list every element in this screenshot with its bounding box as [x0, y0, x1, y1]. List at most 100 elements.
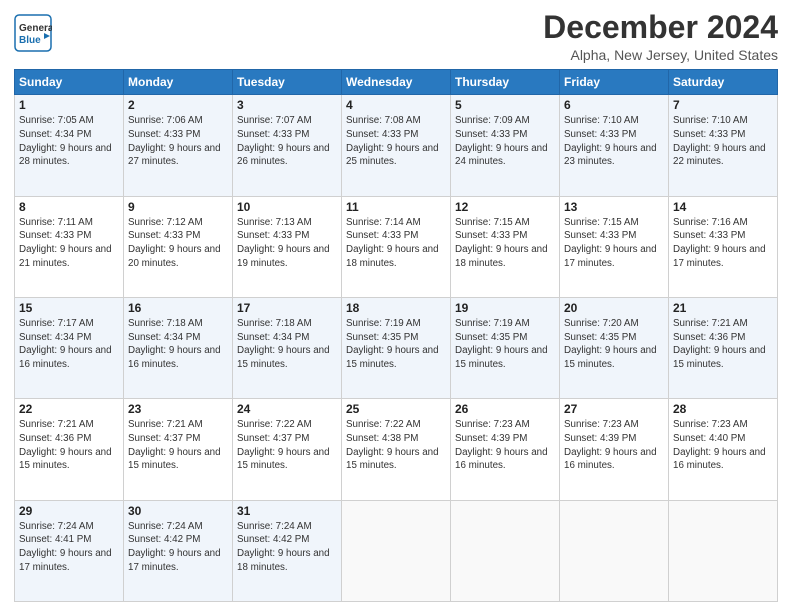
day-info: Sunrise: 7:10 AMSunset: 4:33 PMDaylight:… [673, 115, 766, 167]
calendar-cell: 27 Sunrise: 7:23 AMSunset: 4:39 PMDaylig… [560, 399, 669, 500]
day-number: 22 [19, 402, 119, 416]
logo-icon: General Blue [14, 14, 52, 52]
day-number: 14 [673, 200, 773, 214]
day-info: Sunrise: 7:21 AMSunset: 4:37 PMDaylight:… [128, 419, 221, 471]
calendar-cell [451, 500, 560, 601]
day-number: 5 [455, 98, 555, 112]
day-info: Sunrise: 7:14 AMSunset: 4:33 PMDaylight:… [346, 217, 439, 269]
day-number: 11 [346, 200, 446, 214]
day-of-week-header: Thursday [451, 70, 560, 95]
calendar-cell: 13 Sunrise: 7:15 AMSunset: 4:33 PMDaylig… [560, 196, 669, 297]
day-number: 12 [455, 200, 555, 214]
calendar-cell: 12 Sunrise: 7:15 AMSunset: 4:33 PMDaylig… [451, 196, 560, 297]
calendar-week-row: 22 Sunrise: 7:21 AMSunset: 4:36 PMDaylig… [15, 399, 778, 500]
calendar-cell: 19 Sunrise: 7:19 AMSunset: 4:35 PMDaylig… [451, 297, 560, 398]
day-number: 7 [673, 98, 773, 112]
calendar-week-row: 1 Sunrise: 7:05 AMSunset: 4:34 PMDayligh… [15, 95, 778, 196]
calendar-cell: 20 Sunrise: 7:20 AMSunset: 4:35 PMDaylig… [560, 297, 669, 398]
calendar-cell: 25 Sunrise: 7:22 AMSunset: 4:38 PMDaylig… [342, 399, 451, 500]
subtitle: Alpha, New Jersey, United States [543, 47, 778, 63]
day-info: Sunrise: 7:06 AMSunset: 4:33 PMDaylight:… [128, 115, 221, 167]
title-block: December 2024 Alpha, New Jersey, United … [543, 10, 778, 63]
day-info: Sunrise: 7:17 AMSunset: 4:34 PMDaylight:… [19, 318, 112, 370]
day-info: Sunrise: 7:24 AMSunset: 4:41 PMDaylight:… [19, 521, 112, 573]
calendar-week-row: 8 Sunrise: 7:11 AMSunset: 4:33 PMDayligh… [15, 196, 778, 297]
day-number: 21 [673, 301, 773, 315]
day-number: 27 [564, 402, 664, 416]
day-of-week-header: Saturday [669, 70, 778, 95]
calendar-cell: 24 Sunrise: 7:22 AMSunset: 4:37 PMDaylig… [233, 399, 342, 500]
calendar-cell: 28 Sunrise: 7:23 AMSunset: 4:40 PMDaylig… [669, 399, 778, 500]
calendar-cell: 6 Sunrise: 7:10 AMSunset: 4:33 PMDayligh… [560, 95, 669, 196]
calendar-cell: 16 Sunrise: 7:18 AMSunset: 4:34 PMDaylig… [124, 297, 233, 398]
calendar-cell: 15 Sunrise: 7:17 AMSunset: 4:34 PMDaylig… [15, 297, 124, 398]
page: General Blue December 2024 Alpha, New Je… [0, 0, 792, 612]
calendar-cell: 23 Sunrise: 7:21 AMSunset: 4:37 PMDaylig… [124, 399, 233, 500]
calendar-cell: 10 Sunrise: 7:13 AMSunset: 4:33 PMDaylig… [233, 196, 342, 297]
day-info: Sunrise: 7:21 AMSunset: 4:36 PMDaylight:… [673, 318, 766, 370]
day-info: Sunrise: 7:23 AMSunset: 4:40 PMDaylight:… [673, 419, 766, 471]
calendar-header-row: SundayMondayTuesdayWednesdayThursdayFrid… [15, 70, 778, 95]
day-info: Sunrise: 7:15 AMSunset: 4:33 PMDaylight:… [455, 217, 548, 269]
day-info: Sunrise: 7:11 AMSunset: 4:33 PMDaylight:… [19, 217, 112, 269]
calendar-cell [342, 500, 451, 601]
header: General Blue December 2024 Alpha, New Je… [14, 10, 778, 63]
calendar-cell: 3 Sunrise: 7:07 AMSunset: 4:33 PMDayligh… [233, 95, 342, 196]
day-info: Sunrise: 7:18 AMSunset: 4:34 PMDaylight:… [237, 318, 330, 370]
day-info: Sunrise: 7:24 AMSunset: 4:42 PMDaylight:… [128, 521, 221, 573]
day-info: Sunrise: 7:21 AMSunset: 4:36 PMDaylight:… [19, 419, 112, 471]
day-number: 29 [19, 504, 119, 518]
calendar-cell: 5 Sunrise: 7:09 AMSunset: 4:33 PMDayligh… [451, 95, 560, 196]
day-number: 3 [237, 98, 337, 112]
calendar-table: SundayMondayTuesdayWednesdayThursdayFrid… [14, 69, 778, 602]
svg-text:Blue: Blue [19, 35, 41, 46]
day-number: 15 [19, 301, 119, 315]
day-number: 31 [237, 504, 337, 518]
day-number: 19 [455, 301, 555, 315]
calendar-cell: 14 Sunrise: 7:16 AMSunset: 4:33 PMDaylig… [669, 196, 778, 297]
calendar-cell: 2 Sunrise: 7:06 AMSunset: 4:33 PMDayligh… [124, 95, 233, 196]
calendar-cell: 29 Sunrise: 7:24 AMSunset: 4:41 PMDaylig… [15, 500, 124, 601]
day-of-week-header: Tuesday [233, 70, 342, 95]
calendar-cell: 8 Sunrise: 7:11 AMSunset: 4:33 PMDayligh… [15, 196, 124, 297]
day-of-week-header: Friday [560, 70, 669, 95]
day-info: Sunrise: 7:10 AMSunset: 4:33 PMDaylight:… [564, 115, 657, 167]
day-number: 8 [19, 200, 119, 214]
calendar-week-row: 15 Sunrise: 7:17 AMSunset: 4:34 PMDaylig… [15, 297, 778, 398]
calendar-cell: 21 Sunrise: 7:21 AMSunset: 4:36 PMDaylig… [669, 297, 778, 398]
calendar-cell: 26 Sunrise: 7:23 AMSunset: 4:39 PMDaylig… [451, 399, 560, 500]
day-info: Sunrise: 7:19 AMSunset: 4:35 PMDaylight:… [455, 318, 548, 370]
calendar-week-row: 29 Sunrise: 7:24 AMSunset: 4:41 PMDaylig… [15, 500, 778, 601]
day-of-week-header: Sunday [15, 70, 124, 95]
day-number: 24 [237, 402, 337, 416]
day-number: 16 [128, 301, 228, 315]
day-info: Sunrise: 7:07 AMSunset: 4:33 PMDaylight:… [237, 115, 330, 167]
day-number: 25 [346, 402, 446, 416]
day-number: 28 [673, 402, 773, 416]
day-info: Sunrise: 7:15 AMSunset: 4:33 PMDaylight:… [564, 217, 657, 269]
day-number: 6 [564, 98, 664, 112]
day-info: Sunrise: 7:09 AMSunset: 4:33 PMDaylight:… [455, 115, 548, 167]
day-info: Sunrise: 7:16 AMSunset: 4:33 PMDaylight:… [673, 217, 766, 269]
day-of-week-header: Wednesday [342, 70, 451, 95]
day-of-week-header: Monday [124, 70, 233, 95]
day-number: 9 [128, 200, 228, 214]
calendar-cell: 4 Sunrise: 7:08 AMSunset: 4:33 PMDayligh… [342, 95, 451, 196]
day-info: Sunrise: 7:19 AMSunset: 4:35 PMDaylight:… [346, 318, 439, 370]
day-number: 13 [564, 200, 664, 214]
day-info: Sunrise: 7:13 AMSunset: 4:33 PMDaylight:… [237, 217, 330, 269]
day-number: 26 [455, 402, 555, 416]
calendar-cell: 30 Sunrise: 7:24 AMSunset: 4:42 PMDaylig… [124, 500, 233, 601]
day-number: 10 [237, 200, 337, 214]
day-info: Sunrise: 7:18 AMSunset: 4:34 PMDaylight:… [128, 318, 221, 370]
day-number: 4 [346, 98, 446, 112]
day-number: 18 [346, 301, 446, 315]
day-number: 30 [128, 504, 228, 518]
day-info: Sunrise: 7:22 AMSunset: 4:38 PMDaylight:… [346, 419, 439, 471]
day-info: Sunrise: 7:24 AMSunset: 4:42 PMDaylight:… [237, 521, 330, 573]
calendar-cell [669, 500, 778, 601]
day-info: Sunrise: 7:08 AMSunset: 4:33 PMDaylight:… [346, 115, 439, 167]
logo: General Blue [14, 14, 52, 52]
day-number: 17 [237, 301, 337, 315]
calendar-cell: 9 Sunrise: 7:12 AMSunset: 4:33 PMDayligh… [124, 196, 233, 297]
